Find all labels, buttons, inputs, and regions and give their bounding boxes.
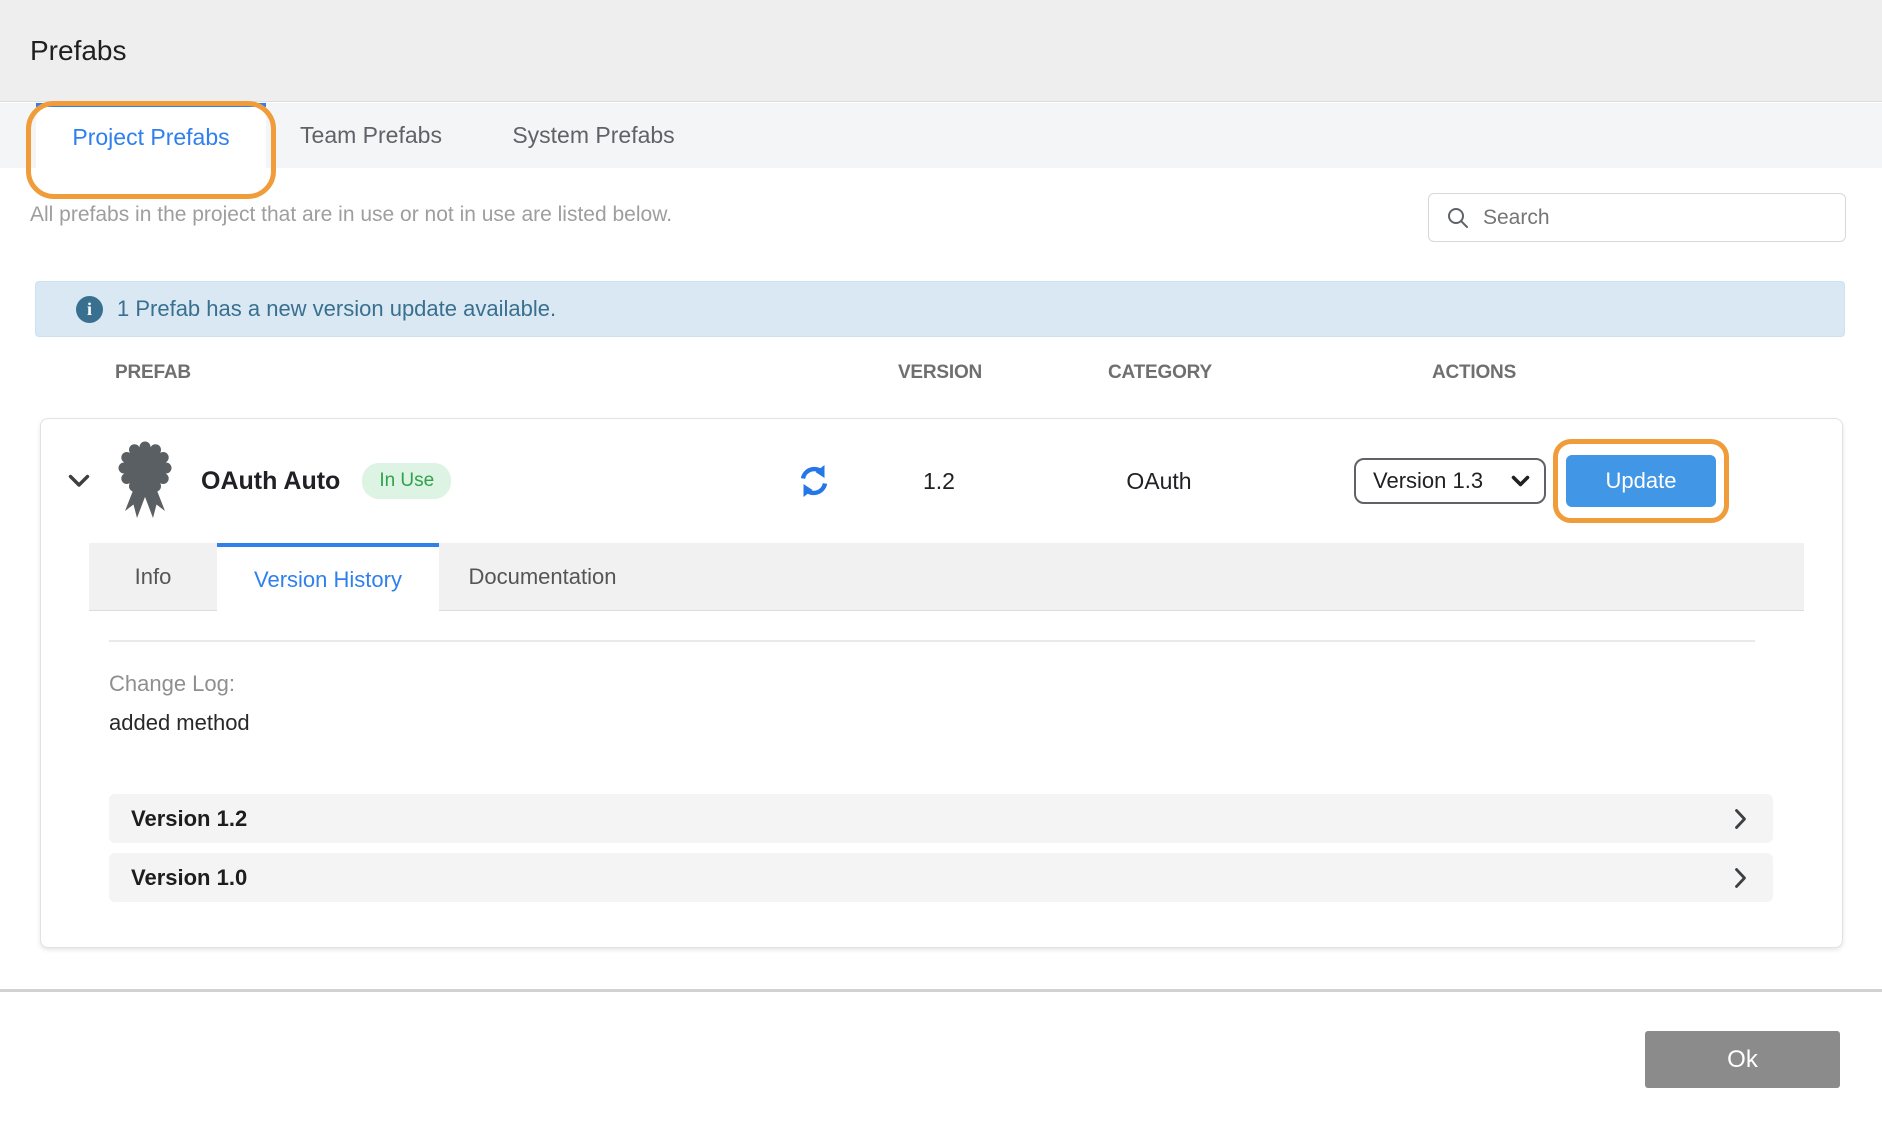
row-expander[interactable]: [41, 474, 116, 488]
panel-divider: [109, 640, 1755, 642]
search-input[interactable]: [1483, 206, 1813, 230]
chevron-down-icon: [68, 474, 90, 488]
tab-documentation[interactable]: Documentation: [439, 543, 646, 611]
ribbon-icon: [116, 441, 174, 521]
page-description: All prefabs in the project that are in u…: [30, 203, 672, 227]
chevron-right-icon: [1734, 867, 1747, 889]
version-cell: 1.2: [854, 468, 1024, 495]
page-title: Prefabs: [30, 35, 127, 67]
prefab-name: OAuth Auto: [201, 467, 340, 496]
table-row: OAuth Auto In Use 1.2 OAuth Version 1.3: [41, 419, 1842, 543]
column-header-version: VERSION: [855, 362, 1025, 384]
prefabs-dialog: Prefabs Project Prefabs Team Prefabs Sys…: [0, 0, 1882, 1124]
tab-project-prefabs[interactable]: Project Prefabs: [36, 103, 266, 168]
tab-version-history-label: Version History: [254, 567, 402, 593]
dialog-header: Prefabs: [0, 0, 1882, 102]
caret-down-icon: [1511, 475, 1530, 487]
actions-cell: Version 1.3 Update: [1294, 455, 1842, 507]
prefab-card: OAuth Auto In Use 1.2 OAuth Version 1.3: [40, 418, 1843, 948]
version-select-value: Version 1.3: [1373, 468, 1483, 494]
ok-button[interactable]: Ok: [1645, 1031, 1840, 1088]
version-history-item-label: Version 1.2: [131, 806, 247, 832]
tab-info-label: Info: [135, 564, 172, 590]
update-button-wrap: Update: [1566, 455, 1716, 507]
change-log-value: added method: [109, 710, 250, 736]
search-box[interactable]: [1428, 193, 1846, 242]
change-log-label: Change Log:: [109, 671, 235, 697]
update-info-banner: i 1 Prefab has a new version update avai…: [35, 281, 1845, 337]
search-icon: [1446, 206, 1470, 230]
footer-divider: [0, 989, 1882, 992]
banner-text: 1 Prefab has a new version update availa…: [117, 296, 556, 322]
column-header-actions: ACTIONS: [1295, 362, 1843, 384]
info-icon: i: [76, 296, 103, 323]
prefab-type-cell: [116, 441, 201, 521]
version-history-item-1-2[interactable]: Version 1.2: [109, 794, 1773, 843]
tab-documentation-label: Documentation: [469, 564, 617, 590]
tab-project-prefabs-label: Project Prefabs: [72, 124, 229, 151]
tab-system-prefabs-label: System Prefabs: [512, 122, 674, 149]
update-button[interactable]: Update: [1566, 455, 1716, 507]
prefab-name-cell: OAuth Auto In Use: [201, 463, 774, 499]
column-header-category: CATEGORY: [1025, 362, 1295, 384]
chevron-right-icon: [1734, 808, 1747, 830]
column-header-prefab: PREFAB: [115, 362, 775, 384]
version-history-item-label: Version 1.0: [131, 865, 247, 891]
table-header-row: PREFAB VERSION CATEGORY ACTIONS: [40, 345, 1843, 400]
tab-team-prefabs-label: Team Prefabs: [300, 122, 442, 149]
category-cell: OAuth: [1024, 468, 1294, 495]
version-history-item-1-0[interactable]: Version 1.0: [109, 853, 1773, 902]
detail-tabbar: Info Version History Documentation: [89, 543, 1804, 611]
version-select[interactable]: Version 1.3: [1354, 458, 1546, 504]
tab-system-prefabs[interactable]: System Prefabs: [476, 103, 711, 168]
refresh-cell[interactable]: [774, 464, 854, 498]
refresh-icon: [797, 464, 831, 498]
prefab-tabbar: Project Prefabs Team Prefabs System Pref…: [0, 103, 1882, 168]
tab-team-prefabs[interactable]: Team Prefabs: [266, 103, 476, 168]
tab-info[interactable]: Info: [89, 543, 217, 611]
in-use-badge: In Use: [362, 463, 451, 499]
tab-version-history[interactable]: Version History: [217, 543, 439, 612]
